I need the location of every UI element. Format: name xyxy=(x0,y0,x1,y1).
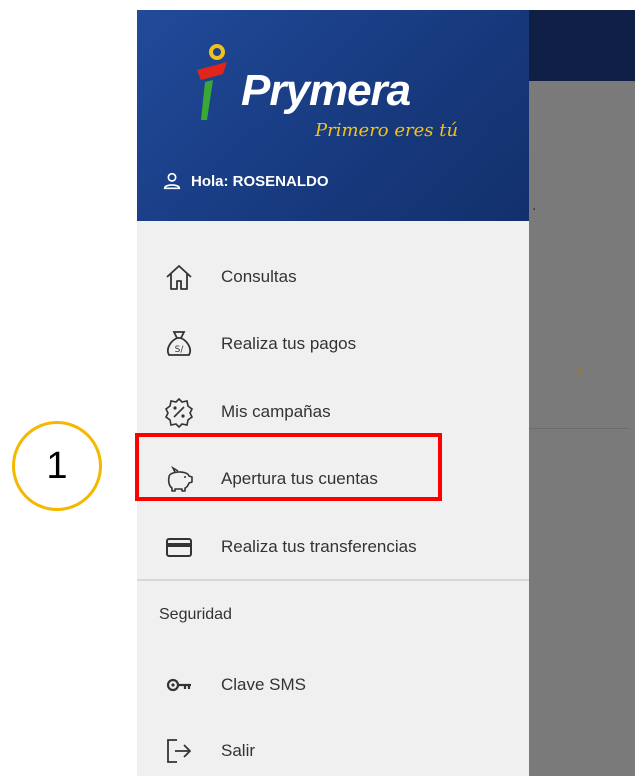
logout-icon xyxy=(159,731,199,771)
money-bag-icon: S/ xyxy=(159,324,199,364)
menu-item-label: Realiza tus transferencias xyxy=(221,537,417,556)
menu-item-mis-campanas[interactable]: Mis campañas xyxy=(137,387,529,437)
menu-item-label: Realiza tus pagos xyxy=(221,334,357,353)
menu-item-clave-sms[interactable]: Clave SMS xyxy=(137,660,529,710)
menu-item-label: Salir xyxy=(221,741,256,760)
menu-item-label: Mis campañas xyxy=(221,402,331,421)
brand-name: Prymera xyxy=(241,66,411,115)
menu-item-label: Clave SMS xyxy=(221,675,307,694)
navigation-drawer: Prymera Primero eres tú Hola: ROSENALDO … xyxy=(137,10,529,776)
menu-item-salir[interactable]: Salir xyxy=(137,726,529,776)
user-icon xyxy=(163,172,181,190)
home-icon xyxy=(159,257,199,297)
chevron-right-icon: › xyxy=(577,360,583,380)
menu-item-consultas[interactable]: Consultas xyxy=(137,252,529,302)
key-icon xyxy=(159,665,199,705)
section-title-seguridad: Seguridad xyxy=(159,606,232,623)
background-text-fragment: . xyxy=(532,197,537,214)
prymera-logo-icon xyxy=(197,44,227,120)
user-greeting: Hola: ROSENALDO xyxy=(161,170,329,192)
drawer-header: Prymera Primero eres tú Hola: ROSENALDO xyxy=(137,10,529,221)
menu-item-realiza-pagos[interactable]: S/ Realiza tus pagos xyxy=(137,319,529,369)
discount-badge-icon xyxy=(159,392,199,432)
svg-text:S/: S/ xyxy=(175,345,185,355)
brand-tagline: Primero eres tú xyxy=(315,120,459,141)
background-divider xyxy=(529,428,629,429)
menu-divider xyxy=(137,579,529,581)
menu-item-realiza-transferencias[interactable]: Realiza tus transferencias xyxy=(137,522,529,572)
highlight-box xyxy=(135,433,442,501)
card-icon xyxy=(159,527,199,567)
menu-item-label: Consultas xyxy=(221,267,297,286)
step-number-badge: 1 xyxy=(12,421,102,511)
greeting-text: Hola: ROSENALDO xyxy=(191,172,329,190)
